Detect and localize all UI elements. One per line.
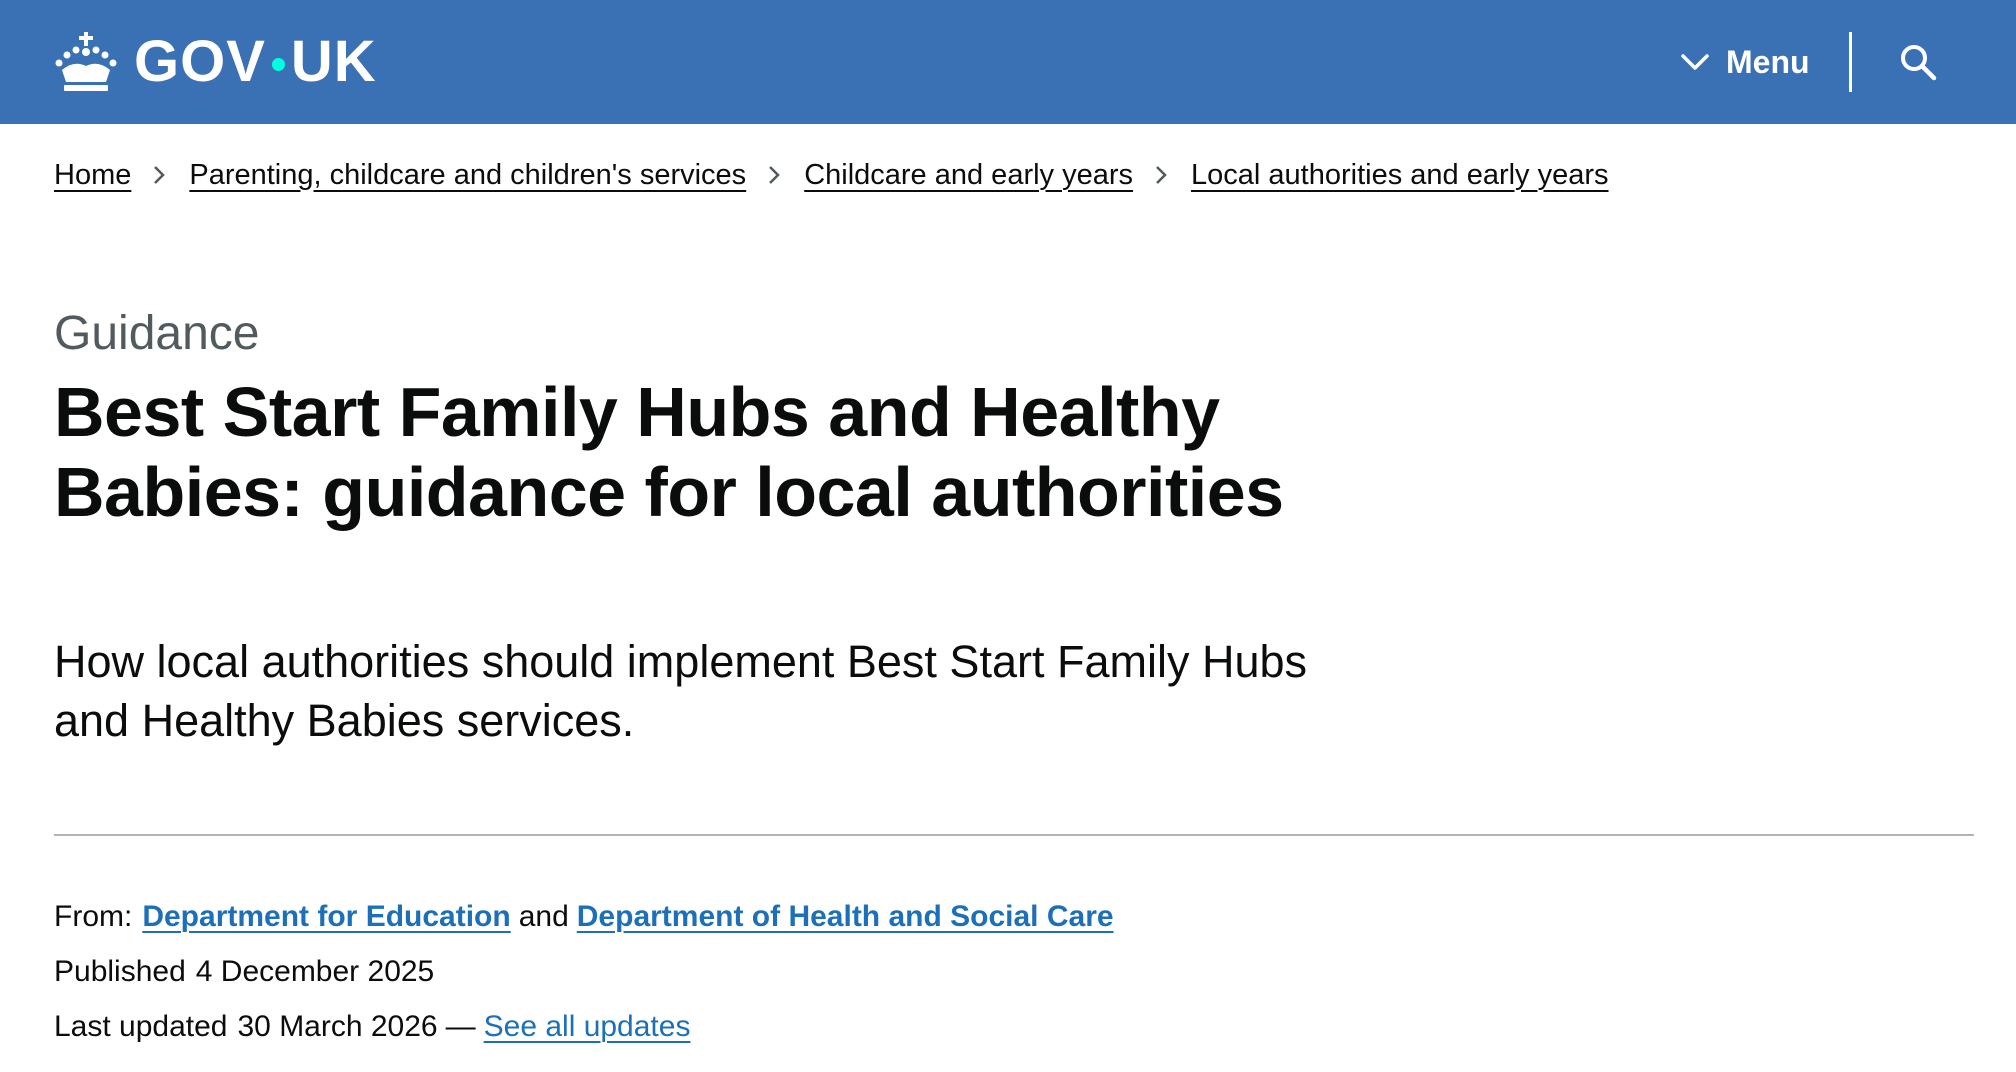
search-button[interactable] [1890, 34, 1946, 90]
menu-label: Menu [1726, 43, 1810, 80]
logo-dot [271, 57, 285, 71]
breadcrumb-parenting[interactable]: Parenting, childcare and children's serv… [189, 159, 746, 192]
menu-button[interactable]: Menu [1680, 30, 1810, 94]
govuk-wordmark: GOV UK [134, 33, 377, 91]
logo-text-left: GOV [134, 29, 266, 94]
org-link-health[interactable]: Department of Health and Social Care [577, 900, 1114, 934]
updated-label: Last updated [54, 1010, 228, 1043]
govuk-logo-link[interactable]: GOV UK [54, 26, 377, 98]
published-date: 4 December 2025 [195, 955, 435, 988]
metadata-published: Published 4 December 2025 [54, 955, 434, 989]
page-caption: Guidance [54, 307, 260, 360]
chevron-down-icon [1681, 54, 1709, 70]
chevron-right-icon [145, 161, 173, 189]
breadcrumb-childcare[interactable]: Childcare and early years [804, 159, 1133, 192]
page-lead: How local authorities should implement B… [54, 636, 1308, 746]
see-all-updates-link[interactable]: See all updates [484, 1010, 691, 1044]
site-header: GOV UK Menu [0, 0, 2016, 124]
published-label: Published [54, 955, 186, 988]
breadcrumb-local-authorities[interactable]: Local authorities and early years [1191, 159, 1609, 192]
org-conjunction: and [518, 900, 569, 933]
chevron-right-icon [1147, 161, 1175, 189]
updated-separator: — [445, 1010, 476, 1043]
page-title: Best Start Family Hubs and Healthy Babie… [54, 373, 1284, 531]
org-link-education[interactable]: Department for Education [142, 900, 510, 934]
metadata-updated: Last updated 30 March 2026 — See all upd… [54, 1010, 690, 1044]
breadcrumb: Home Parenting, childcare and children's… [54, 152, 1609, 198]
section-divider [54, 834, 1974, 836]
search-icon [1901, 45, 1937, 81]
breadcrumb-home[interactable]: Home [54, 159, 131, 192]
from-label: From: [54, 900, 133, 933]
crown-icon [55, 32, 117, 91]
metadata-from: From: Department for Education and Depar… [54, 900, 1114, 934]
header-divider [1849, 32, 1852, 92]
logo-text-right: UK [290, 29, 377, 94]
chevron-right-icon [760, 161, 788, 189]
updated-date: 30 March 2026 [237, 1010, 438, 1043]
